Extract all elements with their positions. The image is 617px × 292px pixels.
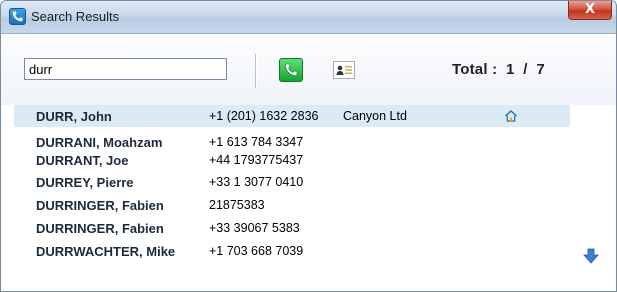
close-icon: X [584,2,596,17]
contact-phone: 21875383 [209,198,265,212]
list-item[interactable]: DURRANT, Joe +44 1793775437 [14,149,570,171]
contact-name: DURR, John [36,109,112,124]
results-total: Total : 1 / 7 [452,61,545,78]
contact-phone: +33 1 3077 0410 [209,175,304,189]
contact-name: DURRINGER, Fabien [36,221,164,236]
phone-call-icon [285,63,298,76]
contact-name: DURREY, Pierre [36,175,134,190]
list-item[interactable]: DURRWACHTER, Mike +1 703 668 7039 [14,240,570,262]
home-icon[interactable] [504,109,518,123]
list-item[interactable]: DURR, John +1 (201) 1632 2836 Canyon Ltd [14,105,570,127]
contact-card-icon [336,65,352,75]
title-bar[interactable]: Search Results X [1,1,616,34]
contact-name: DURRANI, Moahzam [36,135,163,150]
contact-name: DURRANT, Joe [36,153,129,168]
window-title: Search Results [31,9,120,24]
contact-phone: +1 703 668 7039 [209,244,304,258]
search-input[interactable] [24,58,227,80]
arrow-down-icon[interactable] [582,247,600,265]
list-item[interactable]: DURRINGER, Fabien 21875383 [14,194,570,216]
contact-phone: +1 (201) 1632 2836 [209,109,319,123]
contact-phone: +33 39067 5383 [209,221,300,235]
toolbar-separator [255,54,257,88]
search-results-window: Search Results X Total : 1 / 7 DUR [0,0,617,292]
contact-name: DURRWACHTER, Mike [36,244,176,259]
contact-name: DURRINGER, Fabien [36,198,164,213]
contact-phone: +44 1793775437 [209,153,304,167]
toolbar: Total : 1 / 7 [1,34,616,114]
list-item[interactable]: DURREY, Pierre +33 1 3077 0410 [14,171,570,193]
call-button[interactable] [279,58,303,82]
contact-company: Canyon Ltd [343,109,407,123]
contact-card-button[interactable] [333,61,355,79]
phone-handset-app-icon [9,8,26,25]
list-item[interactable]: DURRINGER, Fabien +33 39067 5383 [14,217,570,239]
close-button[interactable]: X [568,1,612,20]
contact-phone: +1 613 784 3347 [209,135,304,149]
results-list: DURR, John +1 (201) 1632 2836 Canyon Ltd… [1,105,616,291]
